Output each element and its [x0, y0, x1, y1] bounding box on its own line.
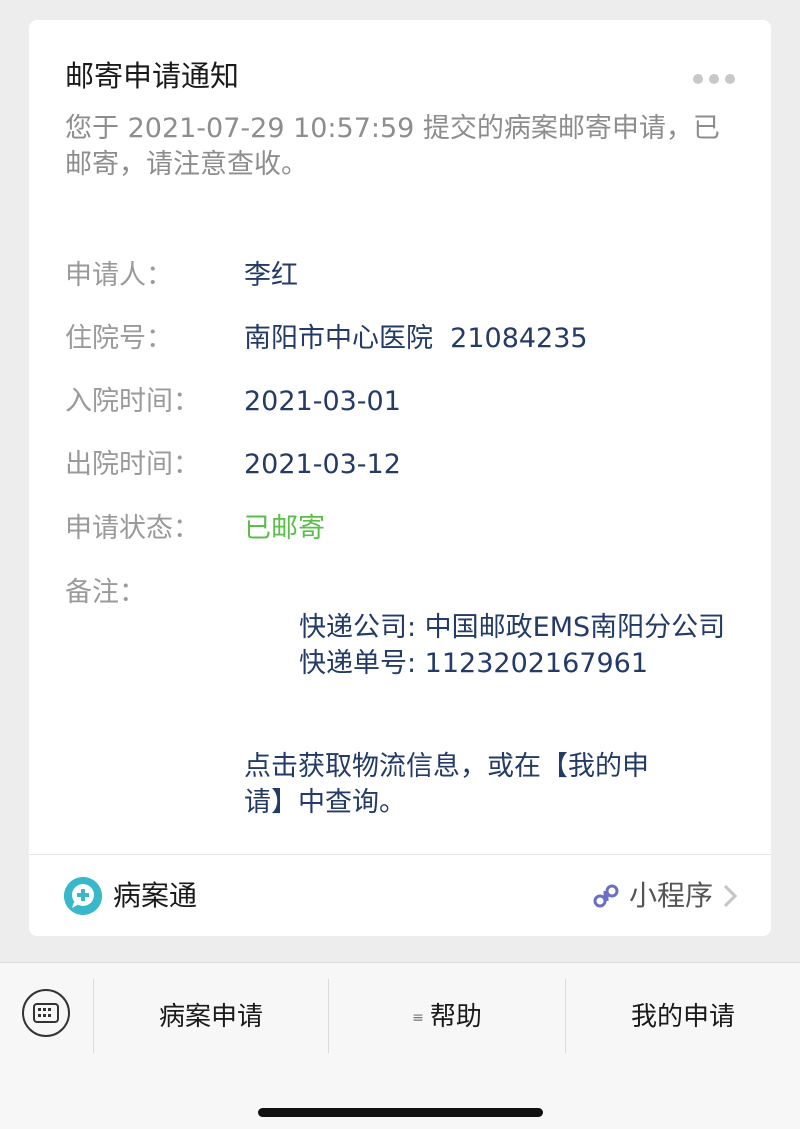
field-label-remark: 备注： [65, 577, 146, 608]
field-value-admission-no: 南阳市中心医院 21084235 [244, 323, 588, 354]
field-label-status: 申请状态： [65, 513, 200, 544]
chevron-right-icon [723, 884, 738, 908]
menu-item-help[interactable]: ≡ 帮助 [329, 997, 565, 1037]
field-label-admission-no: 住院号： [65, 323, 173, 354]
field-value-applicant: 李红 [244, 260, 298, 291]
mini-program-footer[interactable]: 病案通 小程序 [29, 855, 771, 936]
remark-block: 快递公司: 中国邮政EMS南阳分公司 快递单号: 1123202167961 [244, 610, 744, 682]
more-dots-icon[interactable] [689, 70, 739, 88]
home-indicator [258, 1108, 543, 1117]
menu-item-my-applications[interactable]: 我的申请 [566, 997, 800, 1037]
field-label-admit-date: 入院时间： [65, 386, 200, 417]
app-name: 病案通 [113, 879, 198, 912]
message-card[interactable]: 邮寄申请通知 您于 2021-07-29 10:57:59 提交的病案邮寄申请，… [29, 20, 771, 936]
remark-courier-company: 快递公司: 中国邮政EMS南阳分公司 [299, 612, 726, 643]
field-value-admit-date: 2021-03-01 [244, 386, 401, 417]
logistics-link[interactable]: 点击获取物流信息，或在【我的申请】中查询。 [244, 749, 684, 821]
keyboard-icon[interactable] [22, 989, 70, 1037]
mini-program-label: 小程序 [628, 879, 713, 912]
field-label-discharge-date: 出院时间： [65, 449, 200, 480]
chat-screen: 邮寄申请通知 您于 2021-07-29 10:57:59 提交的病案邮寄申请，… [0, 0, 800, 1129]
field-label-applicant: 申请人： [65, 260, 173, 291]
mini-program-icon [593, 884, 619, 908]
status-badge: 已邮寄 [244, 513, 325, 544]
card-summary: 您于 2021-07-29 10:57:59 提交的病案邮寄申请，已邮寄，请注意… [65, 113, 720, 180]
card-title: 邮寄申请通知 [65, 59, 240, 93]
mini-program-link[interactable]: 小程序 [591, 876, 739, 916]
menu-item-record-apply[interactable]: 病案申请 [94, 997, 328, 1037]
bottom-menu-bar: 病案申请 ≡ 帮助 我的申请 [0, 962, 800, 1129]
menu-item-help-label: 帮助 [429, 1002, 482, 1032]
menu-lines-icon: ≡ [412, 1009, 424, 1026]
plus-chat-icon [64, 877, 102, 915]
remark-tracking-number: 快递单号: 1123202167961 [299, 648, 648, 679]
field-value-discharge-date: 2021-03-12 [244, 449, 401, 480]
